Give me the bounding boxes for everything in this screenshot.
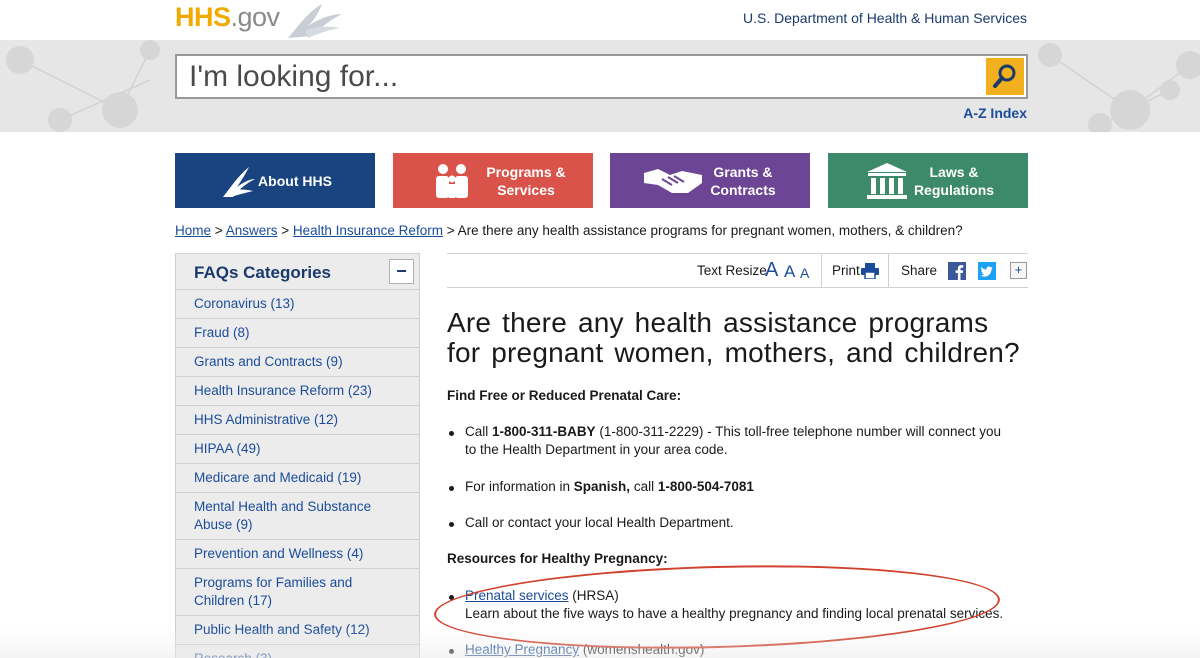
list-item: Call 1-800-311-BABY (1-800-311-2229) - T…	[465, 424, 1002, 457]
category-link[interactable]: Coronavirus (13)	[176, 290, 419, 319]
category-link[interactable]: Research (3)	[176, 645, 419, 658]
phone-number: 1-800-311-BABY	[492, 424, 596, 439]
share-label: Share	[901, 263, 938, 278]
nav-tile-programs-services[interactable]: Programs & Services	[393, 153, 593, 208]
nav-tile-label: Grants & Contracts	[710, 163, 776, 198]
category-link[interactable]: Grants and Contracts (9)	[176, 348, 419, 377]
breadcrumb-answers-link[interactable]: Answers	[226, 223, 278, 238]
breadcrumb-separator: >	[214, 223, 223, 238]
nav-tile-about-hhs[interactable]: About HHS	[175, 153, 375, 208]
sidebar-title: FAQs Categories	[194, 263, 331, 282]
department-name[interactable]: U.S. Department of Health & Human Servic…	[743, 10, 1027, 26]
category-link[interactable]: HIPAA (49)	[176, 435, 419, 464]
top-bar: HHS.gov U.S. Department of Health & Huma…	[0, 0, 1200, 40]
list-item: For information in Spanish, call 1-800-5…	[465, 479, 754, 494]
az-index-link[interactable]: A-Z Index	[963, 105, 1027, 121]
text-size-small[interactable]: A	[800, 265, 809, 281]
divider	[888, 254, 889, 287]
breadcrumb: Home > Answers > Health Insurance Reform…	[175, 223, 963, 238]
divider	[821, 254, 822, 287]
search-input[interactable]	[189, 62, 969, 92]
nav-tile-label: Programs & Services	[486, 163, 566, 198]
handshake-icon	[644, 169, 702, 193]
article-header: Are there any health assistance programs…	[447, 308, 1022, 368]
section-heading: Resources for Healthy Pregnancy:	[447, 551, 668, 566]
sidebar-header: FAQs Categories −	[176, 254, 419, 290]
category-link[interactable]: Public Health and Safety (12)	[176, 616, 419, 645]
phone-number: 1-800-504-7081	[657, 479, 754, 494]
print-button[interactable]: Print	[832, 263, 860, 278]
page-title: Are there any health assistance programs…	[447, 307, 1020, 368]
category-link[interactable]: HHS Administrative (12)	[176, 406, 419, 435]
courthouse-icon	[867, 163, 907, 199]
bullet	[449, 431, 454, 436]
nav-tile-label: Laws & Regulations	[913, 163, 995, 198]
text-size-medium[interactable]: A	[784, 262, 795, 282]
text-size-large[interactable]: A	[765, 259, 778, 282]
printer-icon[interactable]	[861, 263, 879, 279]
breadcrumb-separator: >	[446, 223, 455, 238]
hhs-eagle-icon	[223, 167, 255, 197]
list-item: Call or contact your local Health Depart…	[465, 515, 734, 530]
facebook-icon[interactable]	[948, 262, 966, 280]
category-link[interactable]: Health Insurance Reform (23)	[176, 377, 419, 406]
hhs-logo[interactable]: HHS.gov	[175, 2, 280, 33]
nav-tile-laws-regulations[interactable]: Laws & Regulations	[828, 153, 1028, 208]
section-heading: Find Free or Reduced Prenatal Care:	[447, 388, 682, 403]
bullet	[449, 486, 454, 491]
breadcrumb-current: Are there any health assistance programs…	[457, 223, 963, 238]
text-resize-label: Text Resize	[697, 263, 767, 278]
search-button[interactable]	[986, 58, 1024, 95]
search-icon	[993, 64, 1016, 88]
breadcrumb-home-link[interactable]: Home	[175, 223, 211, 238]
nav-tile-label: About HHS	[258, 172, 332, 189]
family-icon	[436, 164, 468, 198]
more-share-button[interactable]: +	[1010, 262, 1027, 279]
search-band: A-Z Index	[0, 40, 1200, 132]
category-link[interactable]: Fraud (8)	[176, 319, 419, 348]
nav-tile-grants-contracts[interactable]: Grants & Contracts	[610, 153, 810, 208]
bullet	[449, 649, 454, 654]
twitter-icon[interactable]	[978, 262, 996, 280]
eagle-icon	[288, 4, 342, 38]
breadcrumb-health-insurance-reform-link[interactable]: Health Insurance Reform	[293, 223, 443, 238]
faq-categories-sidebar: FAQs Categories − Coronavirus (13) Fraud…	[175, 253, 420, 658]
category-link[interactable]: Prevention and Wellness (4)	[176, 540, 419, 569]
category-link[interactable]: Medicare and Medicaid (19)	[176, 464, 419, 493]
category-link[interactable]: Mental Health and Substance Abuse (9)	[176, 493, 419, 540]
category-link[interactable]: Programs for Families and Children (17)	[176, 569, 419, 616]
search-box	[175, 54, 1028, 99]
bullet	[449, 522, 454, 527]
page-tools-bar: Text Resize A A A Print Share +	[447, 253, 1028, 288]
collapse-button[interactable]: −	[389, 259, 414, 284]
breadcrumb-separator: >	[281, 223, 290, 238]
